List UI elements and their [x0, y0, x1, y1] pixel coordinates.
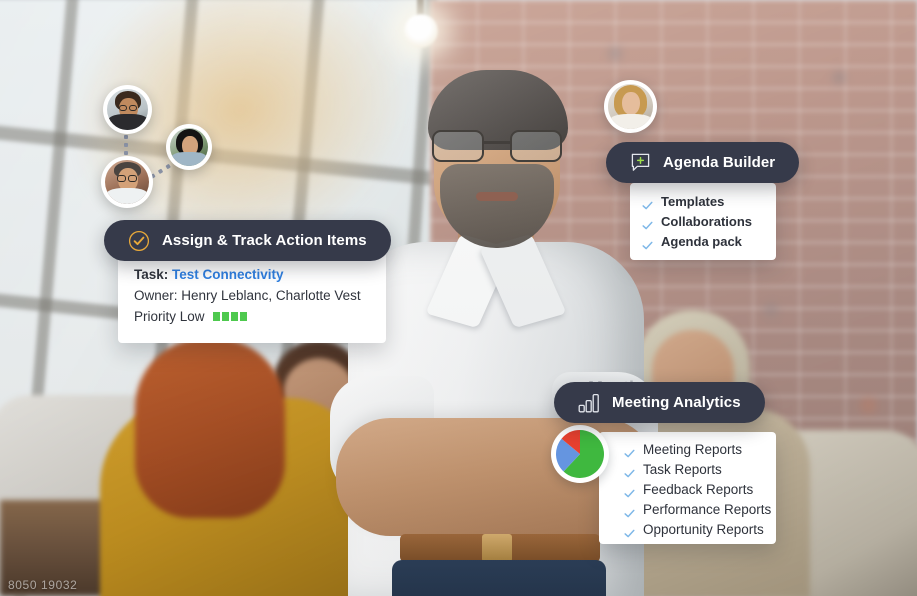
agenda-builder-pill[interactable]: Agenda Builder — [606, 142, 800, 183]
list-item[interactable]: Opportunity Reports — [624, 520, 776, 540]
list-item[interactable]: Templates — [642, 192, 776, 212]
list-item[interactable]: Collaborations — [642, 212, 776, 232]
list-item-label: Task Reports — [643, 462, 722, 477]
assign-track-label: Assign & Track Action Items — [162, 232, 367, 249]
priority-bar — [221, 312, 229, 321]
watermark-text: 8050 19032 — [8, 578, 78, 592]
agenda-builder-list: Templates Collaborations Agenda pack — [642, 192, 776, 252]
businessman-belt-buckle — [482, 534, 512, 562]
list-item-label: Collaborations — [661, 214, 753, 229]
check-icon — [624, 485, 635, 497]
avatar-participant-1[interactable] — [103, 85, 152, 134]
priority-bar — [230, 312, 238, 321]
businessman-mouth — [476, 192, 518, 201]
priority-level-bars — [212, 312, 247, 321]
check-icon — [624, 525, 635, 537]
meeting-analytics-label: Meeting Analytics — [612, 394, 741, 411]
avatar-participant-4[interactable] — [604, 80, 657, 133]
list-item-label: Feedback Reports — [643, 482, 754, 497]
check-icon — [642, 217, 653, 229]
agenda-builder-label: Agenda Builder — [663, 154, 776, 171]
assign-track-card: Task: Test Connectivity Owner: Henry Leb… — [118, 252, 386, 343]
avatar-participant-3[interactable] — [101, 156, 153, 208]
agenda-builder-card: Templates Collaborations Agenda pack — [630, 183, 776, 260]
list-item-label: Agenda pack — [661, 234, 742, 249]
list-item[interactable]: Performance Reports — [624, 500, 776, 520]
meeting-analytics-pill[interactable]: Meeting Analytics — [554, 382, 765, 423]
task-label: Task: — [134, 267, 169, 282]
businessman-glasses — [430, 130, 564, 164]
owner-line: Owner: Henry Leblanc, Charlotte Vest — [134, 288, 361, 303]
task-value-link[interactable]: Test Connectivity — [172, 267, 284, 282]
priority-bar — [212, 312, 220, 321]
list-item[interactable]: Feedback Reports — [624, 480, 776, 500]
list-item-label: Performance Reports — [643, 502, 772, 517]
assign-track-pill[interactable]: Assign & Track Action Items — [104, 220, 391, 261]
meeting-analytics-list: Meeting Reports Task Reports Feedback Repo… — [599, 440, 776, 540]
check-circle-icon — [128, 230, 150, 252]
priority-label: Priority Low — [134, 309, 205, 324]
list-item[interactable]: Meeting Reports — [624, 440, 776, 460]
businessman-jeans — [392, 560, 606, 596]
list-item-label: Meeting Reports — [643, 442, 743, 457]
check-icon — [642, 237, 653, 249]
list-item[interactable]: Task Reports — [624, 460, 776, 480]
hanging-lamp — [404, 14, 438, 48]
avatar-participant-2[interactable] — [166, 124, 212, 170]
check-icon — [624, 505, 635, 517]
hero-screenshot: Assign & Track Action Items Task: Test C… — [0, 0, 917, 596]
analytics-pie-chart — [551, 425, 609, 483]
check-icon — [642, 197, 653, 209]
priority-bar — [239, 312, 247, 321]
list-item-label: Opportunity Reports — [643, 522, 764, 537]
speech-bubble-plus-icon — [630, 152, 651, 173]
check-icon — [624, 445, 635, 457]
list-item-label: Templates — [661, 194, 725, 209]
list-item[interactable]: Agenda pack — [642, 232, 776, 252]
task-line: Task: Test Connectivity — [134, 264, 386, 285]
bar-chart-icon — [578, 393, 600, 413]
check-icon — [624, 465, 635, 477]
seated-woman-hair — [135, 338, 285, 518]
priority-row: Priority Low — [134, 306, 386, 327]
meeting-analytics-card: Meeting Reports Task Reports Feedback Repo… — [599, 432, 776, 544]
